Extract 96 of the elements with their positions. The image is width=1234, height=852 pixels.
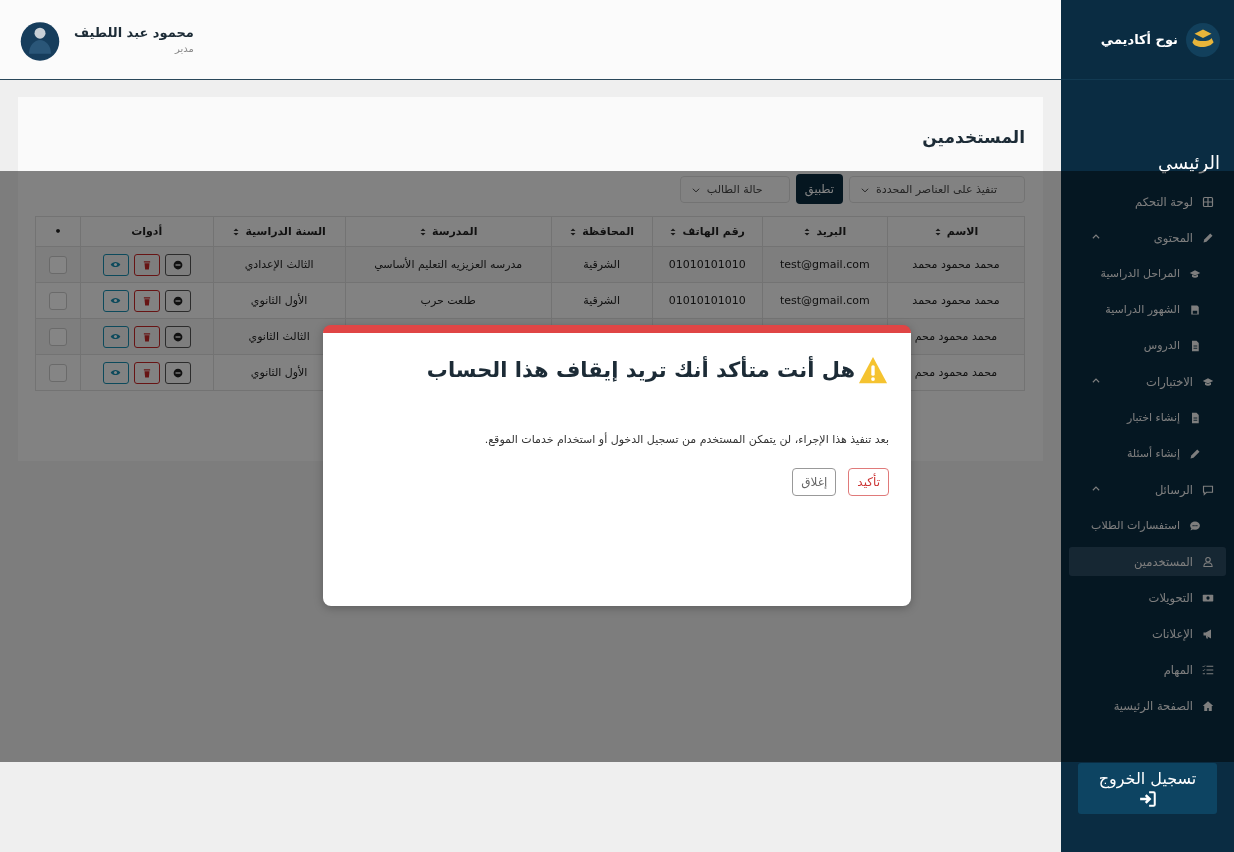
column-header[interactable]: البريد xyxy=(762,216,888,247)
eye-icon xyxy=(110,259,122,270)
document-icon xyxy=(1189,339,1201,352)
nav-item[interactable]: الاختبارات xyxy=(1069,367,1226,396)
document-icon xyxy=(1189,411,1201,424)
dropdown[interactable]: تنفيذ على العناصر المحددة xyxy=(849,176,1025,203)
delete-button[interactable] xyxy=(133,253,160,276)
column-header[interactable]: المحافظة xyxy=(551,216,653,247)
suspend-button[interactable] xyxy=(164,253,191,276)
table-cell: test@gmail.com xyxy=(762,282,888,319)
minus-circle-icon xyxy=(172,295,183,306)
list-icon xyxy=(1202,663,1214,676)
table-cell: الشرقية xyxy=(551,246,653,283)
warning-icon xyxy=(857,355,889,385)
chat-icon xyxy=(1202,483,1214,496)
nav-item[interactable]: لوحة التحكم xyxy=(1069,187,1226,216)
column-header: • xyxy=(35,216,81,247)
eye-icon xyxy=(110,367,122,378)
trash-icon xyxy=(141,295,152,306)
close-button[interactable]: إغلاق xyxy=(792,468,837,496)
dialog-message: بعد تنفيذ هذا الإجراء، لن يتمكن المستخدم من تسجيل الدخول أو استخدام خدمات الموقع. xyxy=(483,433,889,446)
nav-item[interactable]: المراحل الدراسية xyxy=(1069,259,1226,288)
table-cell: test@gmail.com xyxy=(762,246,888,283)
nav-item[interactable]: المستخدمين xyxy=(1069,547,1226,576)
pencil-icon xyxy=(1202,231,1214,244)
delete-button[interactable] xyxy=(133,325,160,348)
chat-icon xyxy=(1189,519,1201,532)
column-header[interactable]: الاسم xyxy=(887,216,1025,247)
nav-item[interactable]: الصفحة الرئيسية xyxy=(1069,691,1226,720)
user-name: محمود عبد اللطيف xyxy=(74,25,194,40)
caret-icon[interactable] xyxy=(1091,232,1101,242)
eye-icon xyxy=(110,331,122,342)
trash-icon xyxy=(141,367,152,378)
page-title: المستخدمين xyxy=(921,126,1025,150)
confirm-button[interactable]: تأكيد xyxy=(848,468,889,496)
column-header: أدوات xyxy=(80,216,213,247)
nav-item[interactable]: المحتوى xyxy=(1069,223,1226,252)
pencil-icon xyxy=(1189,447,1201,460)
logout-icon xyxy=(1138,790,1157,808)
caret-icon[interactable] xyxy=(1091,484,1101,494)
suspend-button[interactable] xyxy=(164,361,191,384)
minus-circle-icon xyxy=(172,367,183,378)
nav-item[interactable]: إنشاء اختبار xyxy=(1069,403,1226,432)
dialog-title: هل أنت متأكد أنك تريد إيقاف هذا الحساب xyxy=(426,358,855,382)
nav-item[interactable]: استفسارات الطلاب xyxy=(1069,511,1226,540)
dropdown[interactable]: حالة الطالب xyxy=(679,176,790,203)
row-checkbox[interactable] xyxy=(48,255,67,274)
column-header[interactable]: رقم الهاتف xyxy=(652,216,763,247)
view-button[interactable] xyxy=(102,361,129,384)
table-cell: طلعت حرب xyxy=(345,282,552,319)
user-role: مدير xyxy=(173,43,194,54)
section-title: الرئيسي xyxy=(1158,152,1220,173)
table-cell: 01010101010 xyxy=(652,246,763,283)
row-checkbox[interactable] xyxy=(48,291,67,310)
nav-item[interactable]: الدروس xyxy=(1069,331,1226,360)
apply-button[interactable]: تطبيق xyxy=(795,174,843,204)
minus-circle-icon xyxy=(172,331,183,342)
grid-icon xyxy=(1202,195,1214,208)
table-cell: محمد محمود محمد xyxy=(887,246,1025,283)
table-cell: الثالث الإعدادي xyxy=(213,246,346,283)
graduation-cap-icon xyxy=(1202,375,1214,388)
table-cell: 01010101010 xyxy=(652,282,763,319)
table-cell: محمد محمود محمد xyxy=(887,282,1025,319)
table-cell: الشرقية xyxy=(551,282,653,319)
floppy-icon xyxy=(1189,303,1201,316)
eye-icon xyxy=(110,295,122,306)
nav-item[interactable]: الشهور الدراسية xyxy=(1069,295,1226,324)
delete-button[interactable] xyxy=(133,361,160,384)
user-icon xyxy=(1202,555,1214,568)
suspend-button[interactable] xyxy=(164,289,191,312)
nav-item[interactable]: الإعلانات xyxy=(1069,619,1226,648)
nav-item[interactable]: إنشاء أسئلة xyxy=(1069,439,1226,468)
graduation-cap-icon xyxy=(1189,267,1201,280)
column-header[interactable]: السنة الدراسية xyxy=(213,216,346,247)
row-checkbox[interactable] xyxy=(48,327,67,346)
row-checkbox[interactable] xyxy=(48,363,67,382)
view-button[interactable] xyxy=(102,325,129,348)
minus-circle-icon xyxy=(172,259,183,270)
delete-button[interactable] xyxy=(133,289,160,312)
nav-item[interactable]: المهام xyxy=(1069,655,1226,684)
view-button[interactable] xyxy=(102,253,129,276)
table-cell: الأول الثانوي xyxy=(213,282,346,319)
nav-item[interactable]: التحويلات xyxy=(1069,583,1226,612)
trash-icon xyxy=(141,259,152,270)
view-button[interactable] xyxy=(102,289,129,312)
trash-icon xyxy=(141,331,152,342)
caret-icon[interactable] xyxy=(1091,376,1101,386)
home-icon xyxy=(1202,699,1214,712)
nav-item[interactable]: الرسائل xyxy=(1069,475,1226,504)
logout-button[interactable]: تسجيل الخروج xyxy=(1078,763,1217,814)
suspend-button[interactable] xyxy=(164,325,191,348)
logo-icon xyxy=(1186,22,1220,57)
megaphone-icon xyxy=(1202,627,1214,640)
column-header[interactable]: المدرسة xyxy=(345,216,552,247)
table-cell: مدرسه العزيزيه التعليم الأساسي xyxy=(345,246,552,283)
brand-name: نوح أكاديمي xyxy=(1100,32,1178,47)
